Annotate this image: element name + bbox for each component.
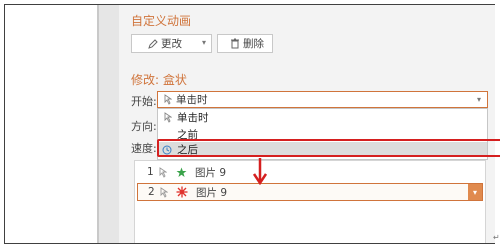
mouse-click-icon (159, 166, 167, 178)
change-button[interactable]: 更改 ▾ (131, 34, 212, 53)
chevron-down-icon: ▾ (476, 95, 481, 104)
red-burst-icon (176, 186, 188, 198)
dropdown-item-on-click[interactable]: 单击时 (158, 110, 487, 125)
animation-list: 1 图片 9 2 图片 9 ▾ (134, 160, 486, 243)
direction-label: 方向: (131, 120, 157, 133)
pencil-icon (148, 38, 158, 49)
modify-title: 修改: 盒状 (131, 73, 187, 87)
chevron-down-icon[interactable]: ▾ (468, 184, 482, 200)
start-select[interactable]: 单击时 ▾ (157, 91, 488, 108)
item-name: 图片 9 (195, 166, 227, 179)
item-index: 1 (147, 166, 154, 178)
speed-label: 速度: (131, 142, 157, 155)
paragraph-mark-icon: ↵ (493, 233, 500, 242)
start-select-value: 单击时 (176, 94, 208, 106)
highlight-annotation-box (157, 139, 500, 157)
delete-button-label: 删除 (243, 38, 264, 50)
start-label: 开始: (131, 95, 157, 108)
chevron-down-icon: ▾ (201, 38, 206, 47)
left-sidebar (5, 5, 97, 243)
mouse-click-icon (164, 94, 172, 105)
change-button-label: 更改 (161, 38, 182, 50)
trash-icon (231, 38, 239, 49)
animation-list-item-selected[interactable]: 2 图片 9 ▾ (137, 183, 483, 201)
pane-gutter (99, 5, 119, 243)
dropdown-item-label: 单击时 (177, 112, 209, 124)
red-arrow-down-icon (253, 158, 267, 185)
mouse-click-icon (164, 112, 172, 123)
item-index: 2 (148, 186, 155, 198)
green-star-icon (176, 167, 187, 177)
item-name: 图片 9 (196, 186, 228, 199)
panel-title: 自定义动画 (131, 14, 192, 28)
mouse-click-icon (160, 186, 168, 198)
delete-button[interactable]: 删除 (217, 34, 273, 53)
